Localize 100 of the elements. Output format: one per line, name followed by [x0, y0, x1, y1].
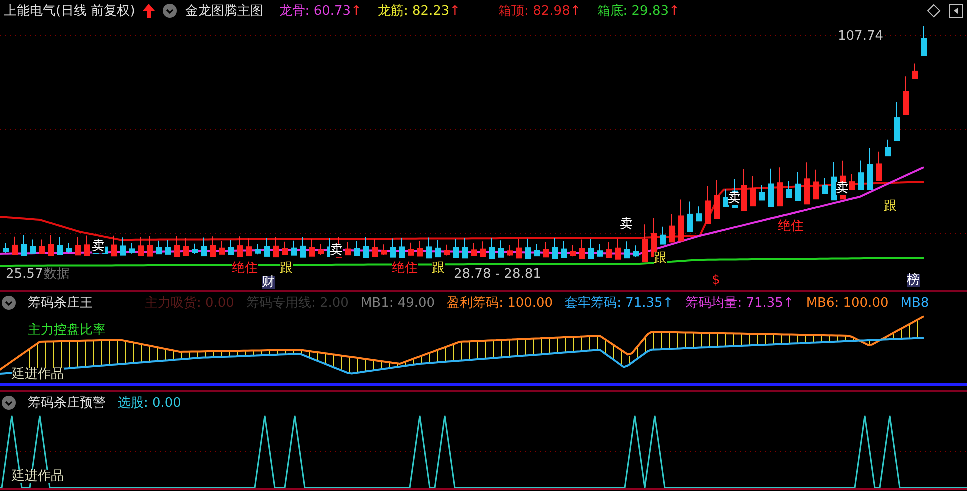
candlestick: [282, 241, 288, 256]
candlestick: [354, 240, 360, 256]
candlestick: [606, 242, 612, 258]
candlestick: [12, 236, 18, 256]
candlestick: [417, 240, 423, 257]
up-arrow-icon: [143, 4, 156, 18]
chevron-down-icon[interactable]: [2, 396, 16, 410]
candlestick: [3, 242, 9, 254]
candlestick: [138, 236, 144, 256]
candlestick: [921, 26, 927, 56]
candlestick: [291, 240, 297, 256]
candlestick: [390, 238, 396, 258]
collapse-icon[interactable]: [949, 4, 963, 18]
candlestick: [309, 238, 315, 257]
candlestick: [408, 242, 414, 256]
chart-label: 卖: [330, 244, 343, 257]
chevron-down-icon[interactable]: [163, 4, 178, 18]
candlestick: [264, 238, 270, 257]
candlestick: [174, 236, 180, 258]
candlestick: [507, 244, 513, 257]
indicator-reading: 筹码专用线: 2.00: [246, 295, 349, 312]
indicator-reading: MB8: [900, 296, 930, 310]
candlestick: [183, 238, 189, 256]
candlestick: [588, 238, 594, 260]
candlestick: [795, 172, 801, 202]
candlestick: [435, 240, 441, 258]
chart-label: 跟: [280, 262, 293, 275]
chevron-down-icon[interactable]: [2, 296, 16, 310]
indicator-reading: 选股: 0.00: [118, 395, 182, 412]
chart-label: 数据: [44, 268, 70, 281]
candlestick: [228, 240, 234, 256]
candlestick: [381, 244, 387, 256]
candlestick: [444, 244, 450, 256]
candlestick: [489, 238, 495, 260]
chart-label: 财: [262, 276, 275, 289]
candlestick: [894, 102, 900, 142]
candlestick: [84, 235, 90, 256]
chart-label: 跟: [432, 262, 445, 275]
candlestick: [831, 161, 837, 201]
chart-label: 卖: [620, 218, 633, 231]
candlestick: [111, 235, 117, 257]
candlestick: [246, 238, 252, 257]
candlestick: [615, 238, 621, 260]
overlay-text: 主力控盘比率: [28, 324, 106, 337]
candlestick: [552, 238, 558, 260]
indicator-reading: 主力吸货: 0.00: [145, 295, 234, 312]
candlestick: [201, 237, 207, 257]
candlestick: [660, 226, 666, 245]
candlestick: [705, 186, 711, 224]
candlestick: [165, 240, 171, 255]
candlestick: [66, 242, 72, 254]
candlestick: [129, 243, 135, 254]
candlestick: [570, 244, 576, 258]
candlestick: [156, 240, 162, 255]
candlestick: [903, 76, 909, 116]
candlestick: [516, 238, 522, 259]
candlestick: [642, 224, 648, 263]
candlestick: [363, 236, 369, 258]
indicator-reading: 龙骨: 60.73↑: [279, 3, 362, 20]
candlestick: [741, 169, 747, 212]
indicator-reading: 套牢筹码: 71.35↑: [565, 295, 674, 312]
candlestick: [345, 242, 351, 256]
candlestick: [750, 176, 756, 207]
diamond-icon[interactable]: [927, 4, 941, 18]
candlestick: [678, 199, 684, 242]
candlestick: [804, 162, 810, 205]
candlestick: [48, 235, 54, 256]
indicator-name[interactable]: 金龙图腾主图: [185, 2, 264, 20]
candlestick: [543, 241, 549, 258]
chart-label: 跟: [654, 252, 667, 265]
candlestick: [633, 245, 639, 258]
candlestick: [786, 180, 792, 198]
candlestick: [210, 236, 216, 258]
indicator-reading: 盈利筹码: 100.00: [447, 295, 554, 312]
candlestick: [696, 206, 702, 222]
candlestick: [120, 237, 126, 256]
candlestick: [849, 174, 855, 190]
chart-label: 25.57: [6, 268, 44, 281]
candlestick: [453, 238, 459, 258]
indicator-reading: MB6: 100.00: [806, 296, 889, 310]
panel-title[interactable]: 筹码杀庄预警: [28, 394, 106, 412]
candlestick: [669, 214, 675, 243]
candlestick: [876, 151, 882, 182]
candlestick: [30, 239, 36, 254]
candlestick: [777, 167, 783, 207]
candlestick: [624, 241, 630, 259]
candlestick: [498, 240, 504, 258]
chart-label: 榜: [907, 274, 920, 287]
credit-text: 廷进作品: [12, 368, 64, 381]
candlestick: [318, 244, 324, 256]
candlestick: [75, 236, 81, 256]
chart-label: 卖: [836, 182, 849, 195]
candlestick: [426, 237, 432, 259]
candlestick: [561, 240, 567, 258]
candlestick: [687, 201, 693, 232]
chart-label: 跟: [884, 200, 897, 213]
candlestick: [885, 139, 891, 157]
panel-title[interactable]: 筹码杀庄王: [28, 294, 93, 312]
credit-text: 廷进作品: [12, 470, 64, 483]
chart-label: 卖: [92, 240, 105, 253]
